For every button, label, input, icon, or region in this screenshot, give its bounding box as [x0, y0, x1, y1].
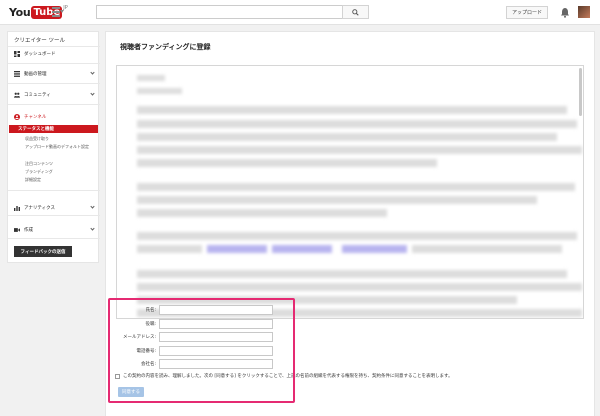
search-button[interactable] [342, 5, 369, 19]
divider [8, 238, 100, 239]
sidebar: クリエイター ツール ダッシュボード 動画の管理 コミュニティ チャンネル ステ… [7, 31, 100, 263]
divider [8, 215, 100, 216]
sidebar-item-label: アナリティクス [24, 205, 56, 211]
community-icon [14, 92, 20, 98]
avatar[interactable] [578, 6, 590, 18]
blurred-text [137, 270, 567, 278]
guide-menu-icon[interactable] [52, 7, 64, 17]
logo-you: You [9, 5, 31, 19]
search-input[interactable] [96, 5, 343, 19]
divider [8, 83, 100, 84]
sidebar-item-dashboard[interactable]: ダッシュボード [14, 49, 98, 58]
blurred-text [137, 146, 582, 154]
blurred-text [137, 283, 582, 291]
dashboard-icon [14, 50, 20, 57]
divider [8, 104, 100, 105]
sidebar-title: クリエイター ツール [14, 38, 66, 44]
sidebar-item-community[interactable]: コミュニティ [14, 90, 98, 99]
blurred-text [137, 245, 202, 253]
blurred-link [342, 245, 407, 253]
channel-icon [14, 113, 20, 120]
highlight-box [108, 298, 295, 403]
scrollbar[interactable] [579, 68, 582, 116]
analytics-icon [14, 205, 20, 211]
sidebar-item-label: 作成 [24, 227, 33, 233]
blurred-text [412, 245, 562, 253]
blurred-text [137, 183, 575, 191]
blurred-link [207, 245, 267, 253]
sidebar-subitem-branding[interactable]: ブランディング [25, 169, 97, 174]
sidebar-item-video-manager[interactable]: 動画の管理 [14, 69, 98, 78]
chevron-down-icon [90, 204, 95, 209]
blurred-text [137, 209, 387, 217]
blurred-text [137, 196, 537, 204]
chevron-down-icon [90, 70, 95, 75]
blurred-text [137, 75, 165, 81]
sidebar-item-channel[interactable]: チャンネル [14, 112, 98, 121]
bell-icon[interactable] [560, 7, 570, 18]
sidebar-item-analytics[interactable]: アナリティクス [14, 203, 98, 212]
sidebar-subitem-advanced[interactable]: 詳細設定 [25, 177, 97, 182]
blurred-link [272, 245, 332, 253]
blurred-text [137, 120, 577, 128]
sidebar-item-label: コミュニティ [24, 92, 51, 98]
upload-button[interactable]: アップロード [506, 6, 548, 19]
blurred-text [137, 106, 567, 114]
sidebar-subitem-upload-defaults[interactable]: アップロード動画のデフォルト設定 [25, 144, 97, 149]
chevron-down-icon [90, 91, 95, 96]
sidebar-item-label: チャンネル [24, 114, 47, 120]
sidebar-item-label: 動画の管理 [24, 71, 47, 77]
chevron-down-icon [90, 226, 95, 231]
sidebar-subitem-featured-content[interactable]: 注目コンテンツ [25, 161, 97, 166]
top-bar: You Tube JP アップロード [0, 0, 600, 25]
sidebar-item-create[interactable]: 作成 [14, 225, 98, 234]
video-manager-icon [14, 70, 20, 77]
divider [8, 63, 100, 64]
blurred-text [137, 159, 437, 167]
divider [8, 190, 100, 191]
sidebar-subitem-monetization[interactable]: 収益受け取り [25, 136, 97, 141]
divider [8, 46, 100, 47]
create-icon [14, 227, 20, 233]
blurred-text [137, 232, 577, 240]
sidebar-item-label: ダッシュボード [24, 51, 56, 57]
terms-agreement-box[interactable] [116, 65, 584, 319]
search-icon [352, 8, 359, 16]
sidebar-subitem-status-features[interactable]: ステータスと機能 [9, 125, 98, 133]
blurred-text [137, 88, 182, 94]
feedback-button[interactable]: フィードバックの送信 [14, 246, 72, 257]
blurred-text [137, 133, 557, 141]
page-title: 視聴者ファンディングに登録 [120, 43, 211, 51]
